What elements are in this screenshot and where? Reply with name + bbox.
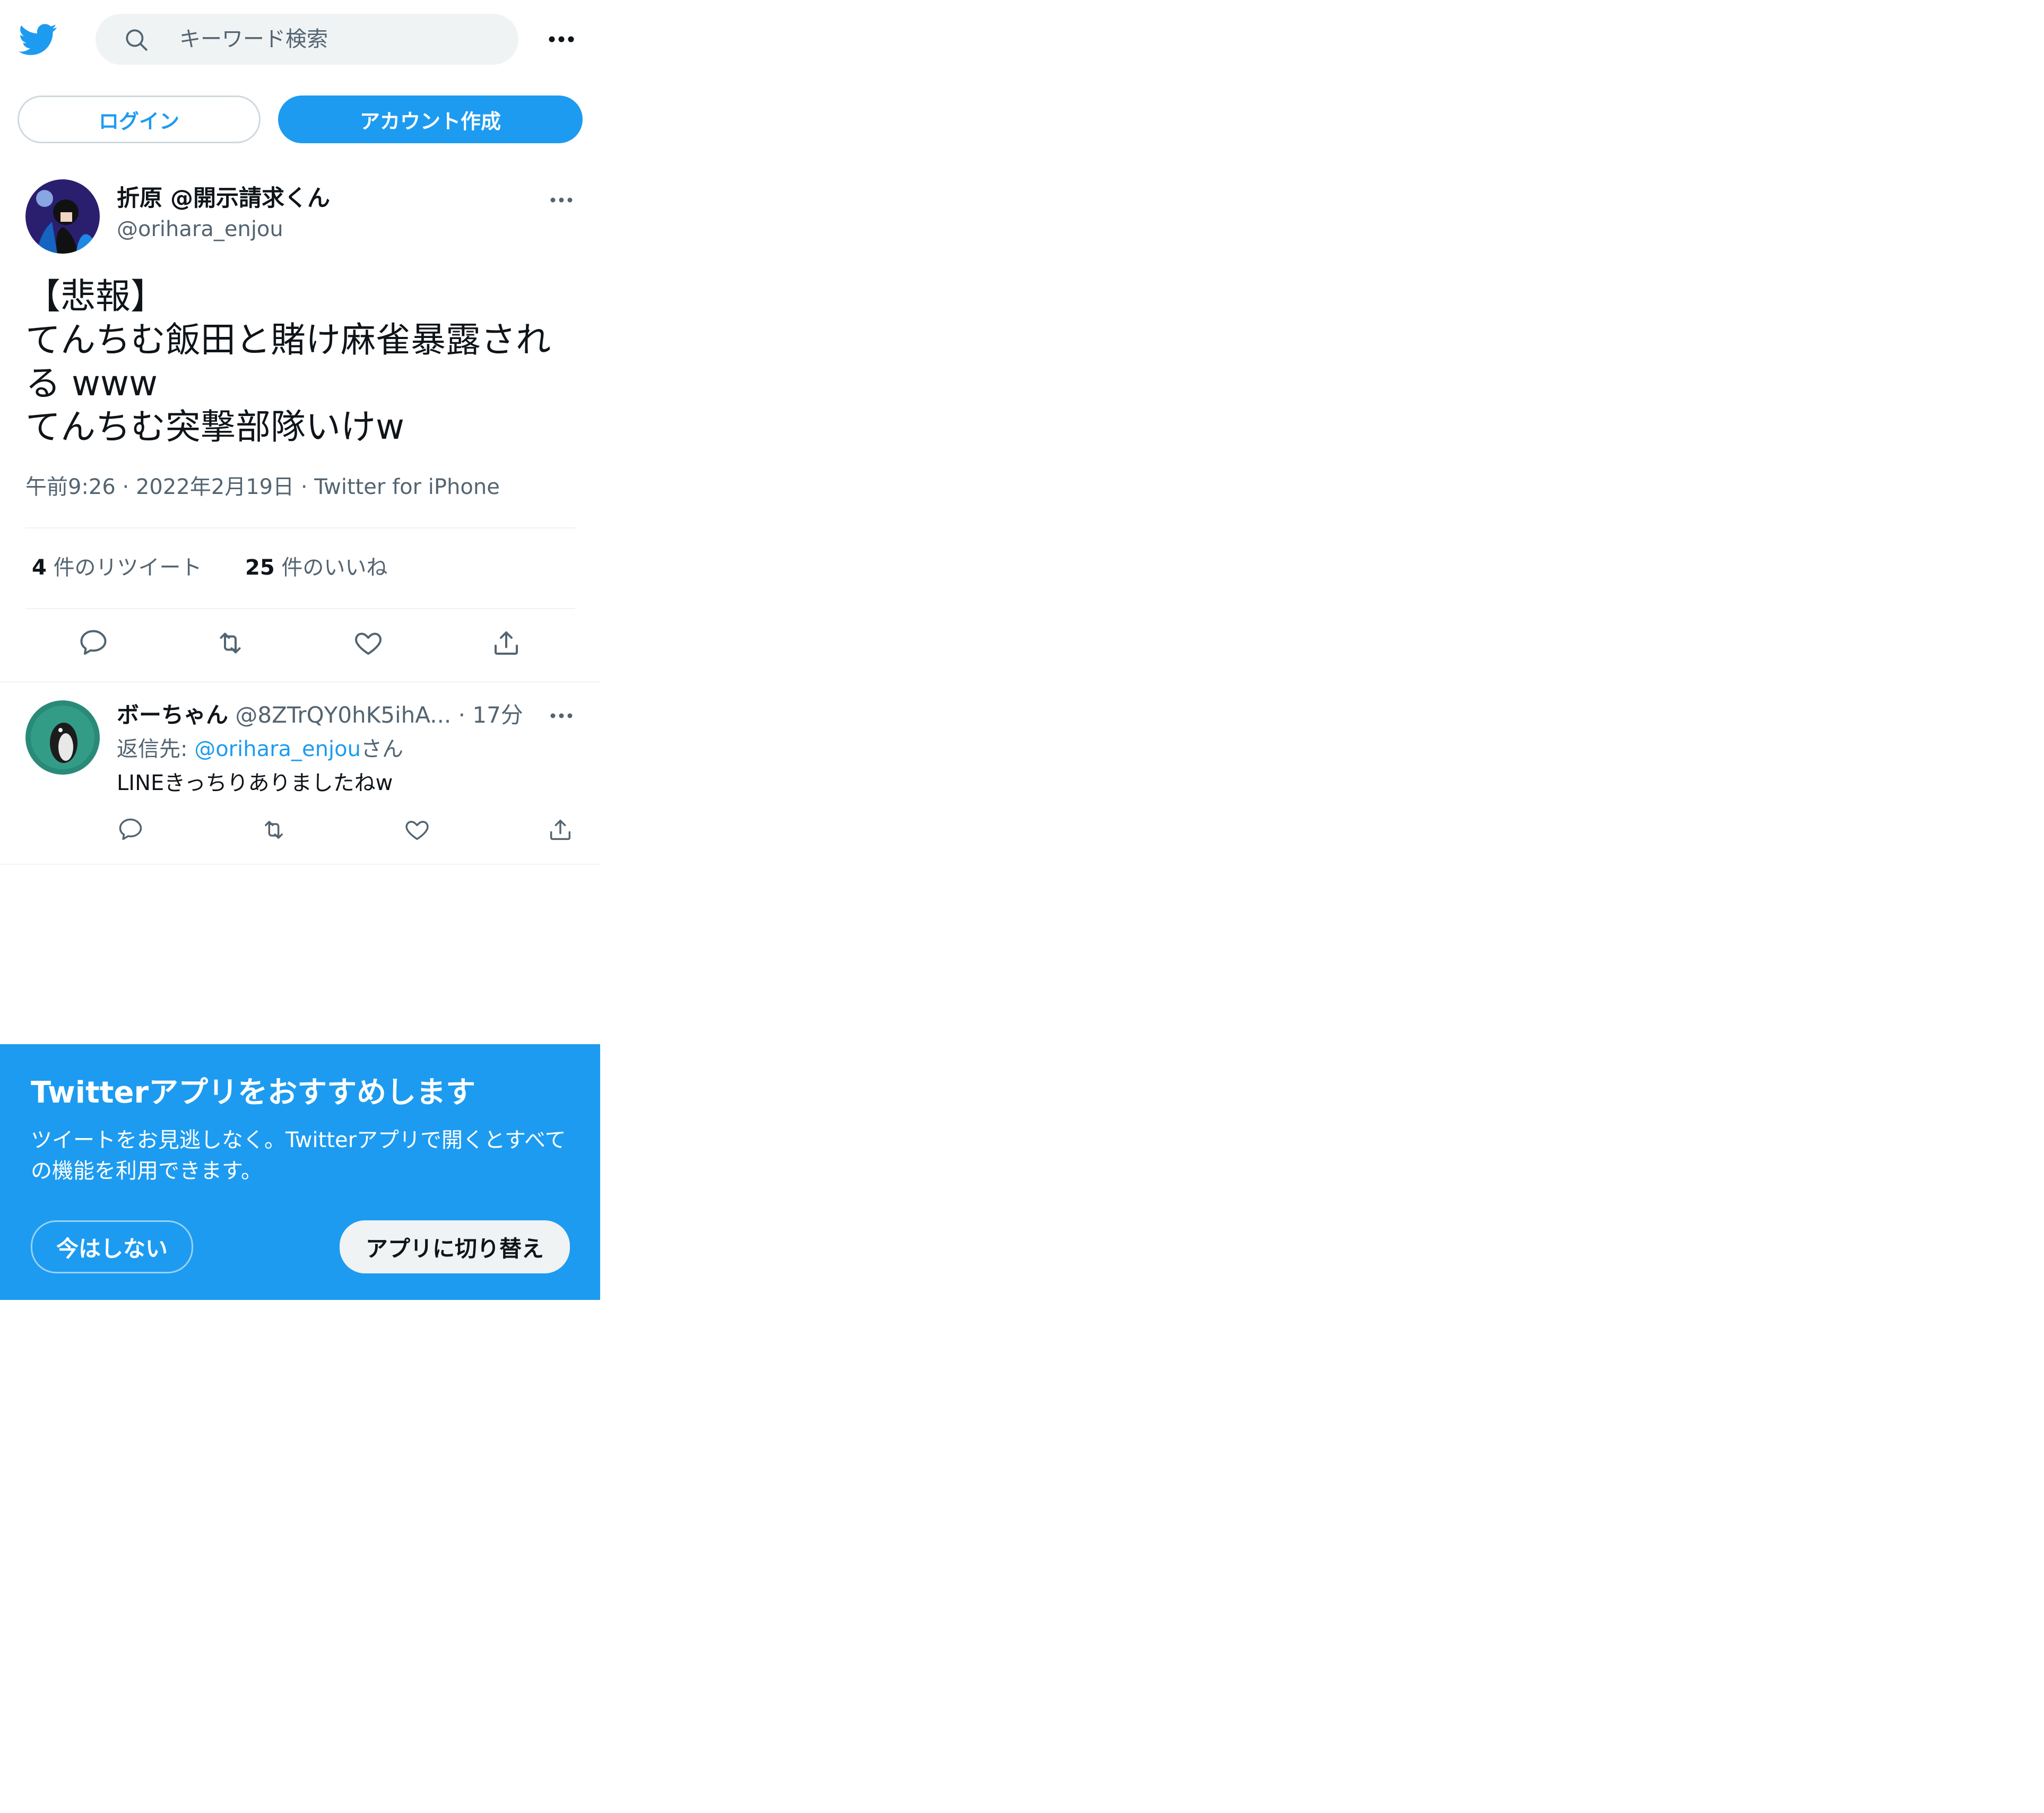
reply-icon[interactable]: [117, 816, 144, 844]
switch-to-app-button[interactable]: アプリに切り替え: [340, 1220, 570, 1273]
more-options-icon[interactable]: [547, 192, 576, 208]
retweet-icon[interactable]: [260, 816, 288, 844]
not-now-button[interactable]: 今はしない: [31, 1220, 193, 1273]
reply-to-prefix: 返信先:: [117, 737, 195, 761]
search-bar[interactable]: キーワード検索: [96, 14, 518, 65]
retweet-count: 4: [32, 556, 47, 580]
reply-to-suffix: さん: [360, 737, 403, 761]
avatar[interactable]: [25, 179, 100, 254]
search-input[interactable]: キーワード検索: [179, 25, 328, 53]
reply-author-handle[interactable]: @8ZTrQY0hK5ihA...: [235, 702, 451, 728]
reply-to-handle-link[interactable]: @orihara_enjou: [194, 737, 361, 761]
login-button[interactable]: ログイン: [18, 96, 261, 143]
tweet-source[interactable]: Twitter for iPhone: [314, 475, 500, 499]
page: キーワード検索 ログイン アカウント作成 折原 @開示請求くん @orihara…: [0, 0, 2044, 1813]
tweet-time[interactable]: 午前9:26: [25, 475, 116, 499]
author-handle[interactable]: @orihara_enjou: [117, 214, 283, 244]
like-icon[interactable]: [352, 627, 384, 659]
search-icon: [123, 27, 150, 53]
reply-icon[interactable]: [77, 627, 109, 659]
retweet-icon[interactable]: [214, 627, 246, 659]
reply-author-name[interactable]: ボーちゃん: [117, 702, 228, 728]
like-stat[interactable]: 25 件のいいね: [245, 556, 387, 580]
banner-title: Twitterアプリをおすすめします: [31, 1075, 476, 1110]
retweet-stat[interactable]: 4 件のリツイート: [32, 556, 202, 580]
reply-to: 返信先: @orihara_enjouさん: [117, 734, 403, 764]
share-icon[interactable]: [490, 627, 522, 659]
avatar[interactable]: [25, 700, 100, 775]
create-account-button[interactable]: アカウント作成: [278, 96, 583, 143]
separator: ·: [122, 475, 136, 499]
like-icon[interactable]: [403, 816, 431, 844]
banner-body: ツイートをお見逃しなく。Twitterアプリで開くとすべての機能を利用できます。: [31, 1128, 566, 1183]
reply-header: ボーちゃん @8ZTrQY0hK5ihA... · 17分: [117, 700, 523, 730]
share-icon[interactable]: [547, 816, 574, 844]
app-promo-banner: Twitterアプリをおすすめします ツイートをお見逃しなく。Twitterアプ…: [0, 1044, 600, 1300]
reply-text: LINEきっちりありましたねw: [117, 771, 393, 795]
tweet-text: 【悲報】 てんちむ飯田と賭け麻雀暴露される www てんちむ突撃部隊いけw: [25, 276, 551, 447]
more-options-icon[interactable]: [547, 27, 576, 52]
more-options-icon[interactable]: [547, 708, 576, 724]
twitter-logo-icon[interactable]: [19, 20, 57, 58]
divider: [0, 681, 600, 682]
separator: ·: [458, 702, 473, 728]
tweet-stats: 4 件のリツイート 25 件のいいね: [32, 553, 387, 583]
tweet-metadata: 午前9:26 · 2022年2月19日 · Twitter for iPhone: [25, 472, 500, 502]
like-stat-label: 件のいいね: [281, 556, 388, 580]
separator: ·: [300, 475, 315, 499]
retweet-stat-label: 件のリツイート: [53, 556, 202, 580]
divider: [25, 608, 575, 609]
like-count: 25: [245, 556, 275, 580]
author-name[interactable]: 折原 @開示請求くん: [117, 184, 330, 213]
divider: [25, 527, 575, 528]
tweet-date[interactable]: 2022年2月19日: [136, 475, 294, 499]
reply-time[interactable]: 17分: [472, 702, 523, 728]
mobile-column: キーワード検索 ログイン アカウント作成 折原 @開示請求くん @orihara…: [0, 0, 600, 1300]
divider: [0, 864, 600, 865]
